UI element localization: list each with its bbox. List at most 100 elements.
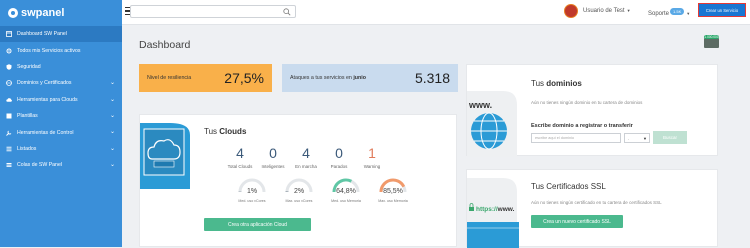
support-menu[interactable]: Soporte1.5K▼ bbox=[648, 8, 690, 17]
list-icon bbox=[6, 146, 12, 152]
support-label: Soporte bbox=[648, 11, 669, 17]
sidebar-item-label: Dashboard SW Panel bbox=[17, 31, 67, 37]
domain-search-button[interactable]: Buscar bbox=[653, 131, 687, 144]
svg-text:www.: www. bbox=[468, 100, 492, 110]
gauge-label: Med. uso vCores bbox=[232, 199, 272, 203]
support-badge: 1.5K bbox=[670, 8, 684, 15]
cloud-icon bbox=[6, 97, 12, 103]
queue-icon bbox=[6, 162, 12, 168]
resilience-label: Nivel de resiliencia bbox=[147, 75, 191, 81]
gauge-med-uso-vcores: 1%Med. uso vCores bbox=[232, 176, 272, 203]
resilience-stat: Nivel de resiliencia 27,5% bbox=[139, 64, 272, 92]
ssl-title: Tus Certificados SSL bbox=[531, 182, 606, 191]
gauge-med-uso-memoria: 64,8%Med. uso Memoria bbox=[326, 176, 366, 203]
chevron-down-icon: ⌄ bbox=[110, 146, 115, 152]
clouds-title: Tus Clouds bbox=[204, 127, 246, 136]
tld-select[interactable]: .▼ bbox=[624, 133, 650, 143]
search-icon[interactable] bbox=[283, 8, 291, 16]
search-input[interactable] bbox=[130, 5, 296, 18]
sidebar-item-label: Herramientas para Clouds bbox=[17, 97, 78, 103]
kpi-total-clouds: 4 Total Clouds bbox=[222, 145, 258, 169]
topbar: Usuario de Test▼ Soporte1.5K▼ Crear un S… bbox=[122, 0, 750, 25]
chevron-down-icon: ⌄ bbox=[110, 129, 115, 135]
caret-down-icon: ▼ bbox=[643, 136, 647, 141]
kpi-label: Total Clouds bbox=[222, 164, 258, 169]
kpi-label: En marcha bbox=[288, 164, 324, 169]
chevron-down-icon: ⌄ bbox=[110, 113, 115, 119]
sidebar-item-label: Seguridad bbox=[17, 64, 41, 70]
clouds-card: Tus Clouds 4 Total Clouds 0 Inteligentes 4 En… bbox=[139, 114, 457, 247]
domains-title: Tus dominios bbox=[531, 79, 582, 88]
kpi-value: 4 bbox=[288, 145, 324, 161]
domain-register-label: Escribe dominio a registrar o transferir bbox=[531, 123, 633, 129]
ssl-illustration: https://www. bbox=[467, 170, 525, 248]
kpi-value: 0 bbox=[321, 145, 357, 161]
kpi-value: 4 bbox=[222, 145, 258, 161]
dashboard-icon bbox=[6, 31, 12, 37]
gear-icon bbox=[6, 48, 12, 54]
kpi-label: Inteligentes bbox=[255, 164, 291, 169]
sidebar-item-todos-mis-servicios-activos[interactable]: Todos mis Servicios activos bbox=[0, 42, 122, 58]
sidebar-item-label: Todos mis Servicios activos bbox=[17, 48, 80, 54]
caret-down-icon: ▼ bbox=[627, 8, 631, 13]
sidebar-item-herramientas-para-clouds[interactable]: Herramientas para Clouds ⌄ bbox=[0, 92, 122, 108]
sidebar-item-label: Listados bbox=[17, 146, 36, 152]
ssl-subtitle: Aún no tienes ningún certificado en tu c… bbox=[531, 200, 662, 205]
page-title: Dashboard bbox=[139, 39, 190, 51]
attacks-value: 5.318 bbox=[415, 70, 450, 86]
kpi-value: 0 bbox=[255, 145, 291, 161]
sidebar-item-label: Herramientas de Control bbox=[17, 130, 74, 136]
kpi-en-marcha: 4 En marcha bbox=[288, 145, 324, 169]
chevron-down-icon: ⌄ bbox=[110, 162, 115, 168]
sidebar-item-label: Plantillas bbox=[17, 113, 38, 119]
create-ssl-button[interactable]: Crea un nuevo certificado SSL bbox=[531, 215, 623, 228]
sidebar-item-dominios-y-certificados[interactable]: Dominios y Certificados ⌄ bbox=[0, 75, 122, 91]
sidebar-item-label: Dominios y Certificados bbox=[17, 80, 72, 86]
user-menu[interactable]: Usuario de Test▼ bbox=[583, 8, 631, 14]
caret-down-icon: ▼ bbox=[686, 11, 690, 16]
shield-icon bbox=[6, 64, 12, 70]
create-service-button[interactable]: Crear un Servicio bbox=[698, 3, 746, 17]
kpi-inteligentes: 0 Inteligentes bbox=[255, 145, 291, 169]
kpi-value: 1 bbox=[354, 145, 390, 161]
sidebar-item-listados[interactable]: Listados ⌄ bbox=[0, 141, 122, 157]
ssl-card: https://www. Tus Certificados SSL Aún no… bbox=[466, 169, 718, 247]
kpi-label: Warning bbox=[354, 164, 390, 169]
sidebar-item-herramientas-de-control[interactable]: Herramientas de Control ⌄ bbox=[0, 124, 122, 140]
attacks-stat: Ataques a tus servicios en junio 5.318 bbox=[282, 64, 458, 92]
template-icon bbox=[6, 113, 12, 119]
gauge-label: Max. uso Memoria bbox=[373, 199, 413, 203]
chevron-down-icon: ⌄ bbox=[110, 80, 115, 86]
brand-name: swpanel bbox=[21, 7, 64, 19]
globe-illustration: www. bbox=[467, 65, 525, 157]
attacks-label: Ataques a tus servicios en junio bbox=[290, 75, 366, 81]
sidebar-item-plantillas[interactable]: Plantillas ⌄ bbox=[0, 108, 122, 124]
logo-icon bbox=[8, 8, 18, 18]
resilience-value: 27,5% bbox=[224, 70, 264, 86]
gauge-max-uso-vcores: 2%Max. uso vCores bbox=[279, 176, 319, 203]
create-cloud-button[interactable]: Crea otra aplicación Cloud bbox=[204, 218, 311, 231]
domains-subtitle: Aún no tienes ningún dominio en tu carte… bbox=[531, 100, 642, 105]
tools-icon bbox=[6, 130, 12, 136]
gauge-label: Max. uso vCores bbox=[279, 199, 319, 203]
credit-badge-value: 1.000.000 bbox=[704, 35, 719, 39]
domain-search-input[interactable]: escribe aquí el dominio bbox=[531, 133, 621, 143]
cloud-illustration bbox=[140, 115, 198, 189]
svg-text:https://www.: https://www. bbox=[476, 206, 515, 213]
user-name: Usuario de Test bbox=[583, 8, 625, 14]
avatar[interactable] bbox=[564, 4, 578, 18]
kpi-label: Parados bbox=[321, 164, 357, 169]
sidebar-item-label: Colas de SW Panel bbox=[17, 162, 62, 168]
domains-card: www. Tus dominios Aún no tienes ningún d… bbox=[466, 64, 718, 156]
sidebar-item-dashboard-sw-panel[interactable]: Dashboard SW Panel bbox=[0, 26, 122, 42]
globe-icon bbox=[6, 80, 12, 86]
credit-badge[interactable]: 1.000.000 bbox=[704, 38, 719, 48]
gauge-max-uso-memoria: 85,5%Max. uso Memoria bbox=[373, 176, 413, 203]
brand-logo[interactable]: swpanel bbox=[0, 0, 122, 26]
sidebar-item-colas-de-sw-panel[interactable]: Colas de SW Panel ⌄ bbox=[0, 157, 122, 173]
kpi-parados: 0 Parados bbox=[321, 145, 357, 169]
kpi-warning: 1 Warning bbox=[354, 145, 390, 169]
sidebar: swpanel Dashboard SW Panel Todos mis Serv… bbox=[0, 0, 122, 247]
chevron-down-icon: ⌄ bbox=[110, 97, 115, 103]
sidebar-item-seguridad[interactable]: Seguridad bbox=[0, 59, 122, 75]
